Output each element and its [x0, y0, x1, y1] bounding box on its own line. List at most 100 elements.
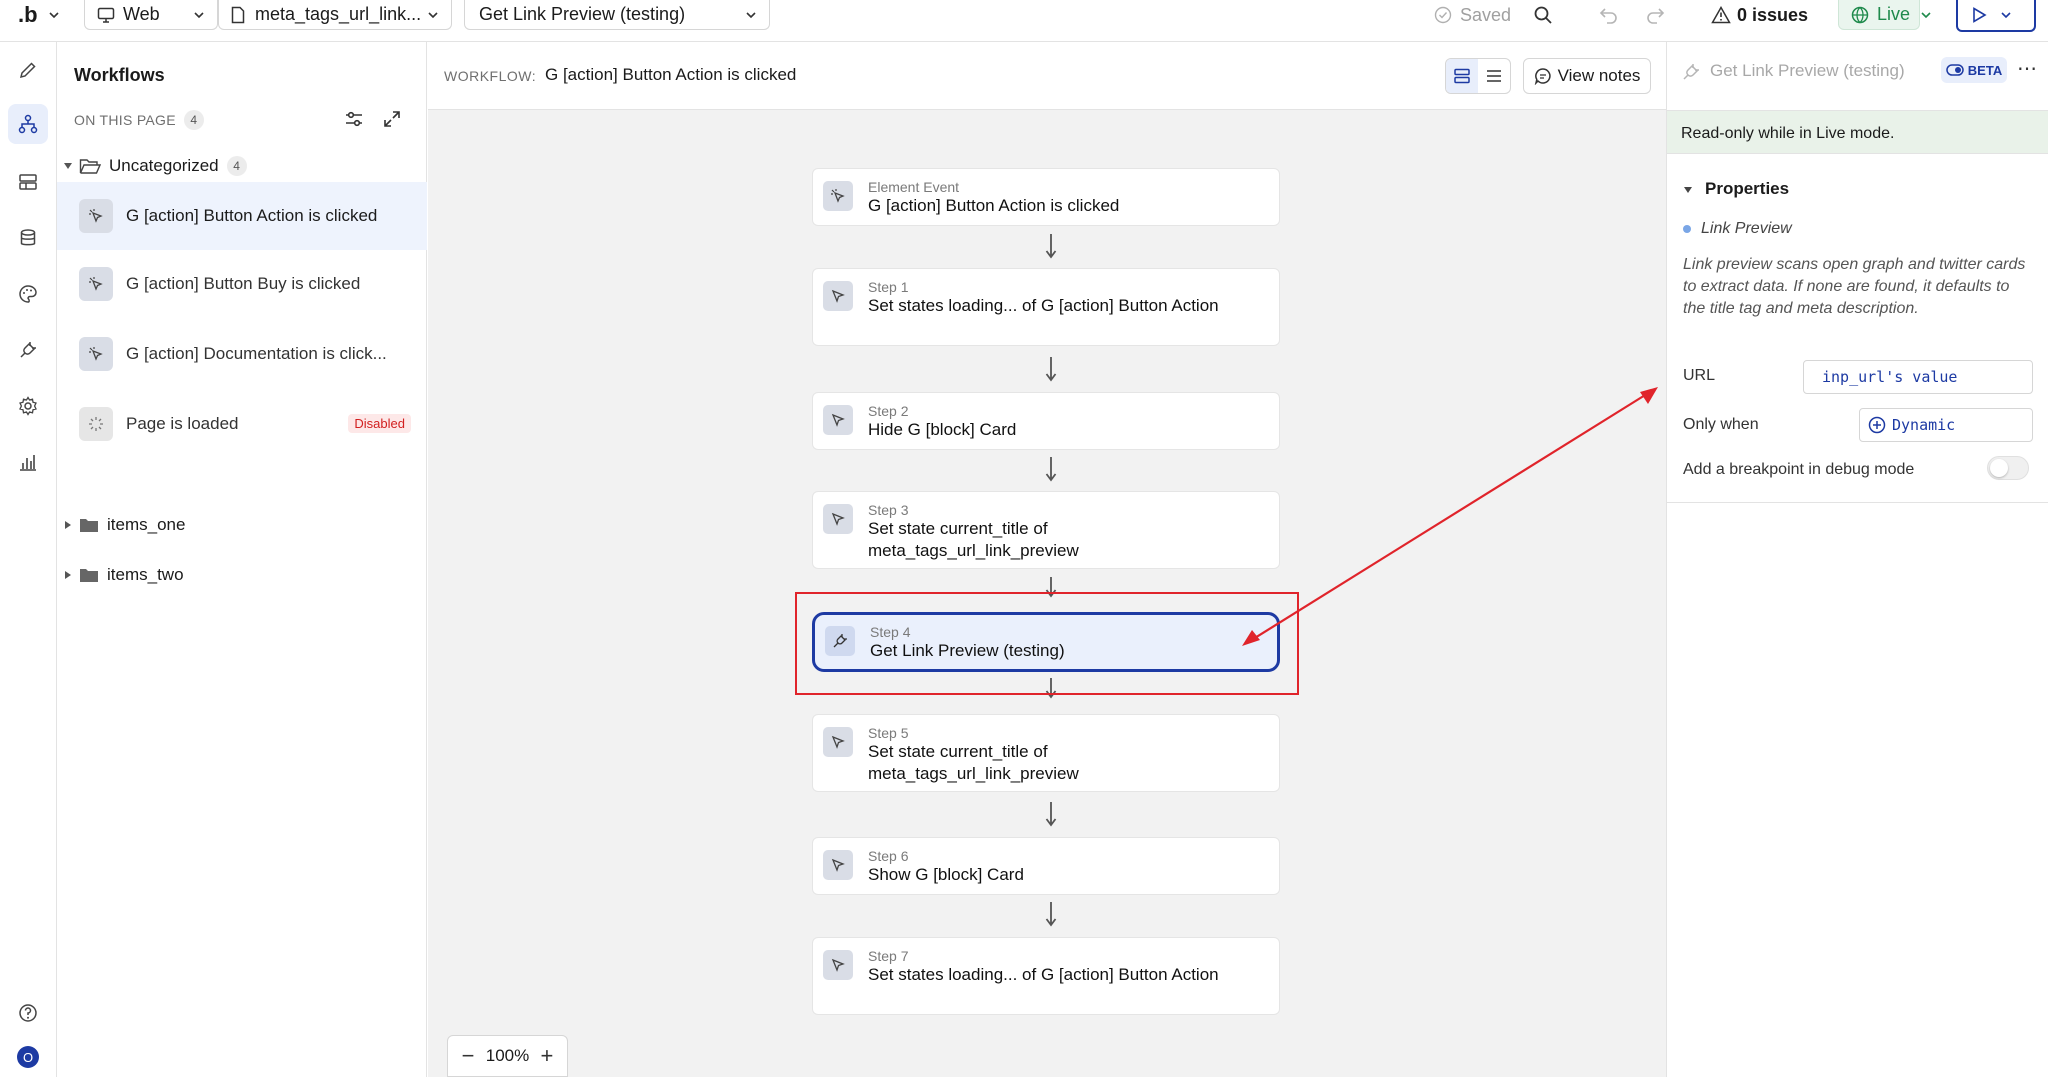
design-tab[interactable] — [8, 50, 48, 90]
expand-icon[interactable] — [381, 108, 403, 130]
avatar: O — [17, 1046, 39, 1068]
cursor-click-icon — [823, 181, 853, 211]
zoom-control: − 100% + — [447, 1035, 568, 1077]
properties-header: Get Link Preview (testing) BETA ⋯ — [1667, 42, 2048, 110]
folder-items-one[interactable]: items_one — [57, 507, 427, 543]
chevron-down-icon — [194, 11, 204, 18]
card-view-button[interactable] — [1446, 59, 1478, 93]
cursor-icon — [823, 281, 853, 311]
properties-section-toggle[interactable]: Properties — [1683, 179, 1789, 199]
bar-chart-icon — [20, 455, 36, 471]
readonly-notice: Read-only while in Live mode. — [1667, 110, 2048, 154]
zoom-out-button[interactable]: − — [458, 1043, 478, 1069]
only-when-label: Only when — [1683, 416, 1759, 433]
canvas-header: WORKFLOW: G [action] Button Action is cl… — [428, 42, 1666, 110]
chevron-down-icon — [1921, 11, 1931, 18]
only-when-field[interactable]: Dynamic — [1859, 408, 2033, 442]
plugin-dot-icon — [1683, 225, 1691, 233]
help-icon — [19, 1004, 37, 1022]
platform-select[interactable]: Web — [84, 0, 218, 30]
folder-uncategorized[interactable]: Uncategorized 4 — [57, 148, 427, 184]
zoom-level: 100% — [485, 1046, 530, 1065]
toggle-icon — [1946, 64, 1964, 76]
preview-run-button[interactable] — [1956, 0, 2036, 32]
workflows-panel: Workflows ON THIS PAGE 4 Uncategorized 4… — [57, 42, 427, 1077]
plug-icon — [20, 342, 36, 358]
left-nav-rail: O — [0, 42, 57, 1077]
settings-tab[interactable] — [8, 386, 48, 426]
breakpoint-toggle[interactable] — [1987, 456, 2029, 480]
undo-button[interactable] — [1599, 0, 1619, 30]
saved-status: Saved — [1434, 0, 1511, 30]
workflow-name: G [action] Button Action is clicked — [545, 65, 797, 84]
palette-icon — [19, 285, 37, 303]
zoom-in-button[interactable]: + — [537, 1043, 557, 1069]
plugins-tab[interactable] — [8, 330, 48, 370]
warning-icon — [1711, 6, 1731, 24]
styles-tab[interactable] — [8, 274, 48, 314]
workflow-item[interactable]: G [action] Button Buy is clicked — [57, 250, 427, 318]
comment-icon — [1534, 68, 1551, 85]
workflow-item[interactable]: G [action] Button Action is clicked — [57, 182, 427, 250]
on-this-page-header: ON THIS PAGE 4 — [74, 110, 204, 130]
more-options-icon[interactable]: ⋯ — [2017, 56, 2037, 81]
workflow-canvas[interactable]: WORKFLOW: G [action] Button Action is cl… — [428, 42, 1666, 1077]
list-view-button[interactable] — [1478, 59, 1510, 93]
view-notes-button[interactable]: View notes — [1523, 58, 1651, 94]
panel-title: Workflows — [74, 65, 165, 85]
cursor-icon — [823, 950, 853, 980]
toggle-knob — [1990, 459, 2008, 477]
user-avatar[interactable]: O — [8, 1037, 48, 1077]
data-types-tab[interactable] — [8, 162, 48, 202]
workflow-label: WORKFLOW: — [444, 68, 537, 84]
filter-sliders-icon[interactable] — [343, 108, 365, 130]
loading-spinner-icon — [79, 407, 113, 441]
step-card[interactable]: Step 3 Set state current_title of meta_t… — [812, 491, 1280, 569]
monitor-icon — [97, 7, 115, 23]
folder-items-two[interactable]: items_two — [57, 557, 427, 593]
workflow-tab[interactable] — [8, 104, 48, 144]
step-card[interactable]: Step 2 Hide G [block] Card — [812, 392, 1280, 450]
step-card[interactable]: Step 5 Set state current_title of meta_t… — [812, 714, 1280, 792]
help-button[interactable] — [8, 993, 48, 1033]
step-card[interactable]: Step 6 Show G [block] Card — [812, 837, 1280, 895]
plugin-name: Link Preview — [1683, 220, 1792, 238]
workflow-item[interactable]: Page is loaded Disabled — [57, 390, 427, 458]
plus-circle-icon — [1868, 416, 1886, 434]
cursor-click-icon — [79, 199, 113, 233]
disabled-badge: Disabled — [348, 414, 411, 433]
app-logo-menu[interactable]: .b — [18, 0, 60, 30]
cursor-icon — [823, 727, 853, 757]
gear-icon — [19, 396, 37, 416]
page-select[interactable]: meta_tags_url_link... — [218, 0, 452, 30]
step-card[interactable]: Step 7 Set states loading... of G [actio… — [812, 937, 1280, 1015]
url-field[interactable]: inp_url's value — [1803, 360, 2033, 394]
database-tab[interactable] — [8, 218, 48, 258]
caret-down-icon — [63, 162, 73, 170]
folder-open-icon — [79, 159, 101, 174]
live-mode-select[interactable]: Live — [1838, 0, 1931, 30]
bubble-logo: .b — [18, 2, 38, 27]
step-card[interactable]: Step 1 Set states loading... of G [actio… — [812, 268, 1280, 346]
chevron-down-icon — [428, 11, 438, 18]
cursor-click-icon — [79, 337, 113, 371]
beta-toggle[interactable]: BETA — [1941, 57, 2007, 83]
chevron-down-icon — [48, 12, 59, 19]
arrow-down-icon — [1045, 802, 1057, 827]
page-icon — [231, 6, 245, 23]
search-button[interactable] — [1533, 0, 1553, 30]
view-toggle — [1445, 58, 1511, 94]
redo-button[interactable] — [1645, 0, 1665, 30]
chevron-down-icon — [2001, 12, 2011, 19]
folder-icon — [80, 519, 98, 532]
event-card[interactable]: Element Event G [action] Button Action i… — [812, 168, 1280, 226]
workflow-select[interactable]: Get Link Preview (testing) — [464, 0, 770, 30]
logs-tab[interactable] — [8, 442, 48, 482]
workflow-item[interactable]: G [action] Documentation is click... — [57, 320, 427, 388]
workflow-count-badge: 4 — [183, 110, 204, 130]
workflow-icon — [18, 114, 38, 134]
issues-button[interactable]: 0 issues — [1711, 0, 1808, 30]
redo-icon — [1647, 8, 1665, 24]
caret-right-icon — [63, 520, 73, 530]
search-icon — [1534, 6, 1552, 24]
